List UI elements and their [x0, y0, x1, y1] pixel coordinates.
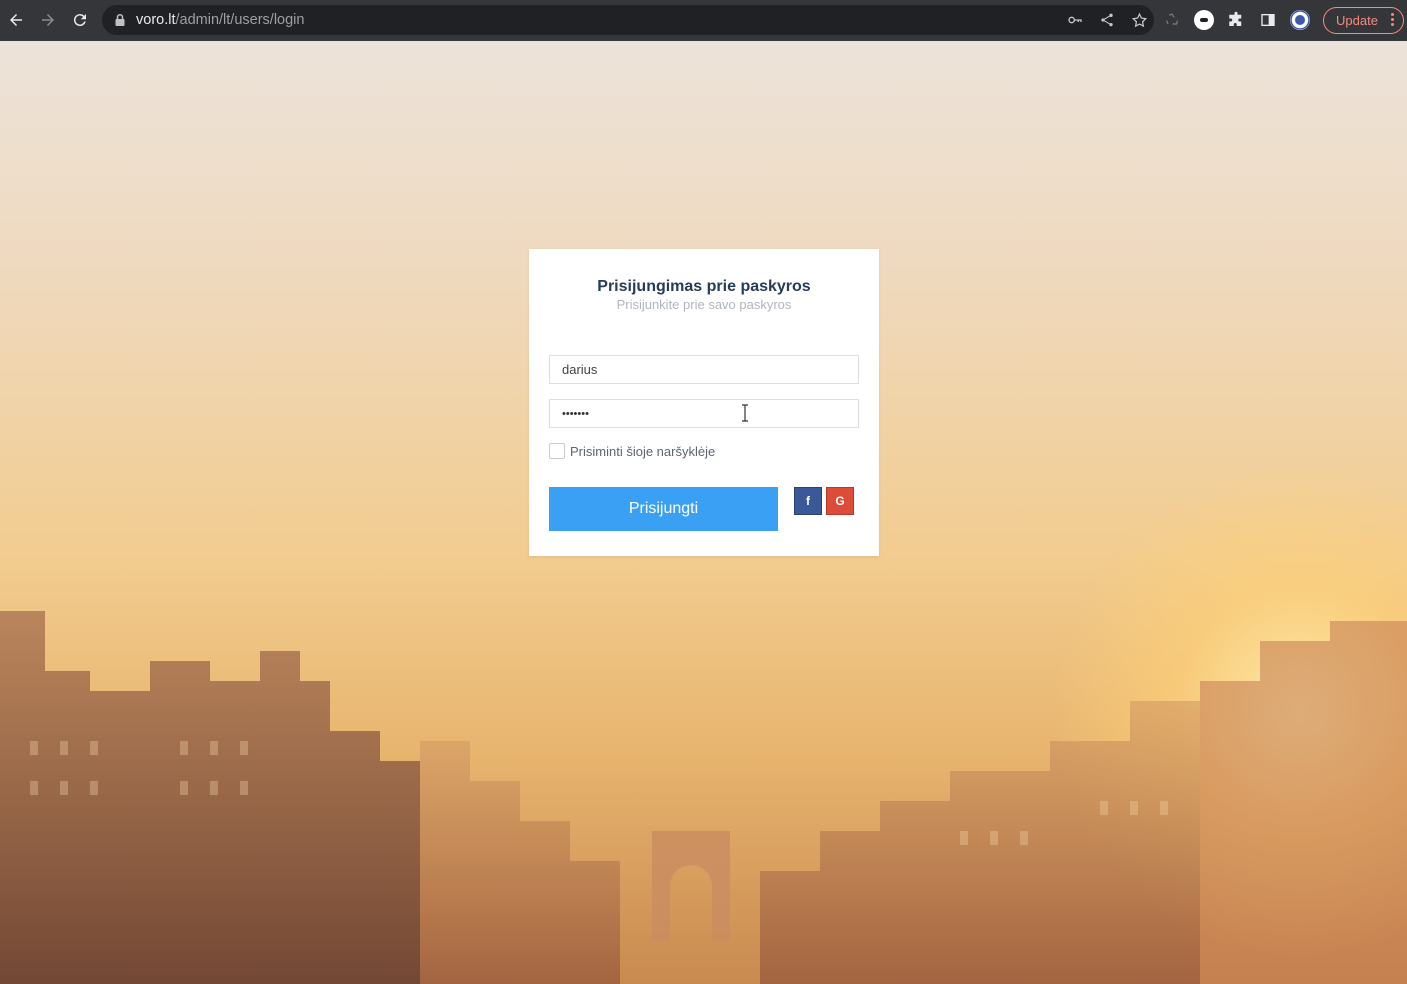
back-button[interactable]: [1, 5, 31, 35]
facebook-login-button[interactable]: f: [794, 487, 822, 515]
remember-me-row[interactable]: Prisiminti šioje naršyklėje: [549, 443, 715, 459]
facebook-icon: f: [806, 494, 810, 508]
username-value: darius: [562, 362, 598, 377]
reload-button[interactable]: [65, 5, 95, 35]
username-input[interactable]: darius: [549, 355, 859, 384]
password-value: •••••••: [562, 407, 589, 420]
update-button[interactable]: Update: [1323, 7, 1404, 34]
remember-label: Prisiminti šioje naršyklėje: [570, 443, 716, 459]
reload-icon: [73, 14, 86, 27]
recycle-extension-icon[interactable]: [1162, 10, 1182, 30]
puzzle-extensions-icon[interactable]: [1226, 10, 1246, 30]
arrow-right-icon: [42, 14, 54, 26]
text-cursor-icon: [741, 404, 749, 422]
google-login-button[interactable]: G: [826, 487, 854, 515]
more-menu-icon: [1391, 13, 1395, 26]
profile-avatar-icon[interactable]: [1290, 10, 1310, 30]
login-card: Prisijungimas prie paskyros Prisijunkite…: [529, 249, 879, 556]
key-icon[interactable]: [1066, 11, 1084, 29]
bookmark-star-icon[interactable]: [1130, 11, 1148, 29]
url-path: /admin/lt/users/login: [175, 12, 305, 28]
url-host: voro.lt: [136, 12, 176, 28]
side-panel-icon[interactable]: [1258, 10, 1278, 30]
browser-toolbar: voro.lt/admin/lt/users/login Update: [0, 0, 1407, 41]
login-submit-button[interactable]: Prisijungti: [549, 487, 778, 531]
address-bar[interactable]: voro.lt/admin/lt/users/login: [102, 5, 1154, 35]
login-title: Prisijungimas prie paskyros: [597, 278, 811, 295]
dot-extension-icon[interactable]: [1194, 10, 1214, 30]
share-icon[interactable]: [1098, 11, 1116, 29]
login-subtitle: Prisijunkite prie savo paskyros: [616, 297, 792, 312]
url-text: voro.lt/admin/lt/users/login: [136, 12, 304, 28]
arrow-left-icon: [10, 14, 22, 26]
update-label: Update: [1336, 13, 1378, 28]
remember-checkbox[interactable]: [549, 443, 565, 459]
forward-button[interactable]: [33, 5, 63, 35]
lock-icon: [114, 13, 126, 27]
password-input[interactable]: •••••••: [549, 399, 859, 428]
google-icon: G: [835, 494, 845, 508]
